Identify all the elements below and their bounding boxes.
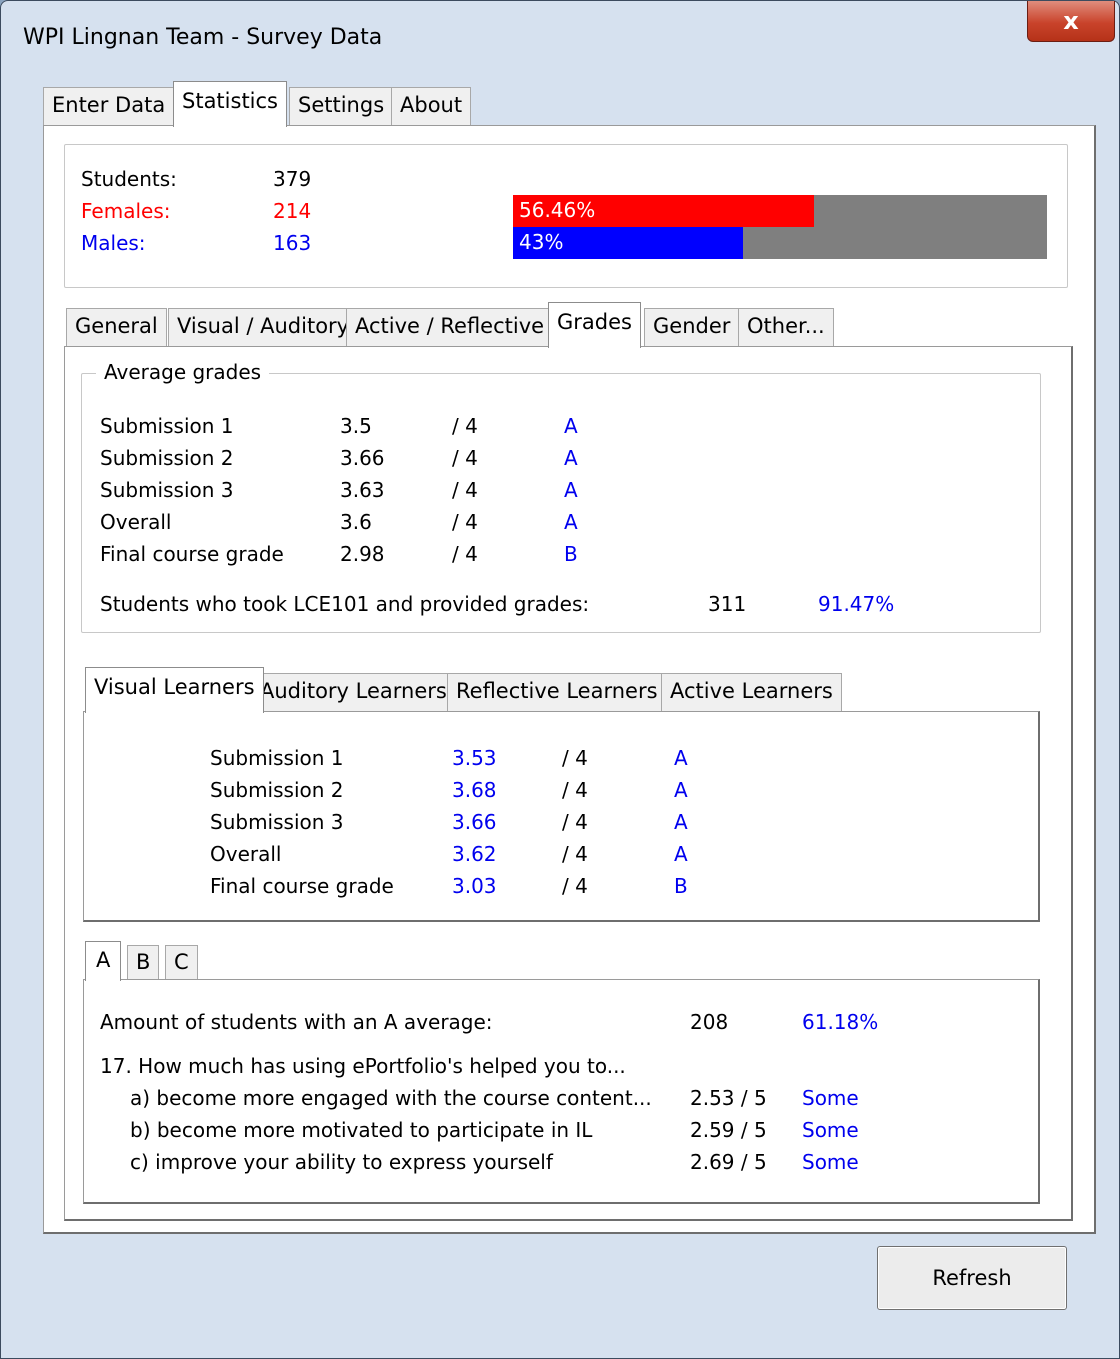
tab-visual-auditory[interactable]: Visual / Auditory [168,308,359,346]
grade-value: 2.98 [340,542,385,566]
provided-count: 311 [708,592,747,616]
learner-grade-letter: A [674,842,688,866]
learner-grade-value: 3.66 [452,810,497,834]
females-value: 214 [273,199,312,223]
tab-other[interactable]: Other... [738,308,834,346]
grade-label: Submission 2 [100,446,234,470]
females-label: Females: [81,199,171,223]
grade-value: 3.5 [340,414,372,438]
close-button[interactable]: x [1027,1,1115,42]
grade-label: Overall [100,510,172,534]
learner-grade-label: Submission 2 [210,778,344,802]
learner-grade-letter: A [674,778,688,802]
grade-letter: A [564,446,578,470]
male-percent: 43% [519,230,564,254]
grade-scale: / 4 [452,414,478,438]
grade-label: Final course grade [100,542,284,566]
amount-percent: 61.18% [802,1010,879,1034]
tab-active-learners[interactable]: Active Learners [661,673,842,711]
students-label: Students: [81,167,177,191]
tab-grade-c[interactable]: C [165,945,198,979]
grade-scale: / 4 [452,478,478,502]
amount-count: 208 [690,1010,729,1034]
male-progress-bar: 43% [513,227,1047,259]
question-item-score: 2.59 / 5 [690,1118,767,1142]
learner-grade-scale: / 4 [562,874,588,898]
learner-grade-label: Submission 1 [210,746,344,770]
males-label: Males: [81,231,146,255]
average-grades-title: Average grades [96,360,270,384]
learner-grade-letter: A [674,810,688,834]
grade-label: Submission 1 [100,414,234,438]
learner-grade-value: 3.68 [452,778,497,802]
visual-learners-panel: Submission 1 3.53 / 4 A Submission 2 3.68 / 4 A… [83,711,1040,922]
provided-label: Students who took LCE101 and provided gr… [100,592,590,616]
question-item-label: b) become more motivated to participate … [130,1118,593,1142]
students-value: 379 [273,167,312,191]
tab-grades[interactable]: Grades [548,302,641,348]
question-item-rating: Some [802,1150,859,1174]
learner-grade-label: Overall [210,842,282,866]
learner-grade-label: Final course grade [210,874,394,898]
males-value: 163 [273,231,312,255]
learner-grade-letter: A [674,746,688,770]
male-bar-fill: 43% [513,227,743,259]
grade-value: 3.63 [340,478,385,502]
tab-enter-data[interactable]: Enter Data [43,87,175,125]
grade-value: 3.66 [340,446,385,470]
question-item-label: a) become more engaged with the course c… [130,1086,652,1110]
learner-grade-value: 3.53 [452,746,497,770]
learner-grade-scale: / 4 [562,842,588,866]
grade-a-panel: Amount of students with an A average: 20… [83,979,1040,1204]
tab-grade-a[interactable]: A [85,941,122,981]
grade-scale: / 4 [452,510,478,534]
statistics-panel: Students: 379 Females: 214 Males: 163 56… [43,125,1096,1234]
female-percent: 56.46% [519,198,596,222]
grade-letter: B [564,542,578,566]
refresh-button[interactable]: Refresh [877,1246,1067,1310]
close-icon: x [1063,7,1079,35]
question-item-label: c) improve your ability to express yours… [130,1150,553,1174]
grade-scale: / 4 [452,542,478,566]
grade-letter: A [564,510,578,534]
provided-percent: 91.47% [818,592,895,616]
tab-general[interactable]: General [66,308,167,346]
summary-group: Students: 379 Females: 214 Males: 163 56… [64,144,1068,288]
learner-grade-scale: / 4 [562,746,588,770]
grades-panel: Average grades Submission 1 3.5/ 4 A Submis… [64,346,1073,1221]
app-window: WPI Lingnan Team - Survey Data x Enter D… [0,0,1120,1359]
tab-statistics[interactable]: Statistics [173,81,287,127]
title-bar[interactable]: WPI Lingnan Team - Survey Data x [1,1,1119,71]
tab-gender[interactable]: Gender [644,308,740,346]
tab-about[interactable]: About [391,87,472,125]
window-title: WPI Lingnan Team - Survey Data [23,25,383,50]
grade-scale: / 4 [452,446,478,470]
learner-grade-label: Submission 3 [210,810,344,834]
average-grades-group: Average grades Submission 1 3.5 / 4 A Submis… [81,360,1041,633]
question-item-score: 2.53 / 5 [690,1086,767,1110]
learner-grade-scale: / 4 [562,810,588,834]
amount-label: Amount of students with an A average: [100,1010,493,1034]
grade-letter: A [564,478,578,502]
learner-grade-letter: B [674,874,688,898]
question-text: 17. How much has using ePortfolio's help… [100,1054,626,1078]
female-progress-bar: 56.46% [513,195,1047,227]
female-bar-fill: 56.46% [513,195,815,227]
tab-auditory-learners[interactable]: Auditory Learners [251,673,456,711]
question-item-rating: Some [802,1118,859,1142]
grade-label: Submission 3 [100,478,234,502]
grade-letter: A [564,414,578,438]
tab-reflective-learners[interactable]: Reflective Learners [447,673,667,711]
grade-value: 3.6 [340,510,372,534]
tab-active-reflective[interactable]: Active / Reflective [346,308,554,346]
tab-settings[interactable]: Settings [289,87,394,125]
tab-grade-b[interactable]: B [127,945,160,979]
tab-visual-learners[interactable]: Visual Learners [85,667,264,713]
question-item-rating: Some [802,1086,859,1110]
question-item-score: 2.69 / 5 [690,1150,767,1174]
learner-grade-scale: / 4 [562,778,588,802]
learner-grade-value: 3.03 [452,874,497,898]
learner-grade-value: 3.62 [452,842,497,866]
